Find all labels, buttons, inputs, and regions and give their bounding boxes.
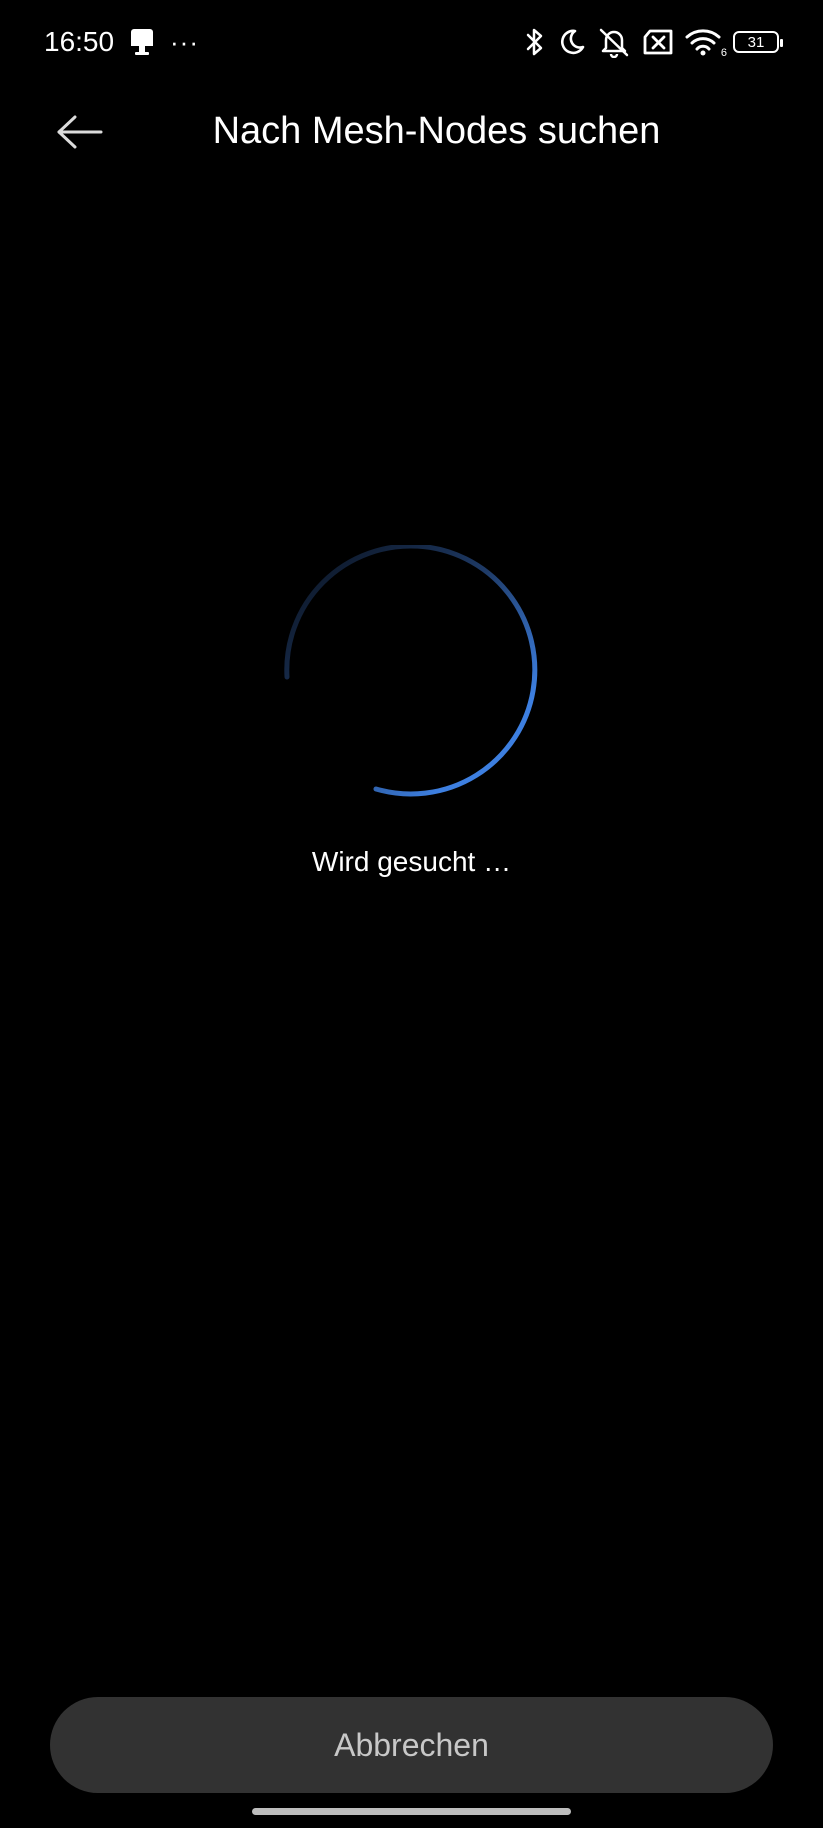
cancel-button[interactable]: Abbrechen xyxy=(50,1697,773,1793)
searching-status-text: Wird gesucht … xyxy=(311,846,512,877)
status-bar: 16:50 ··· 6 31 xyxy=(0,0,823,84)
moon-icon xyxy=(557,27,587,57)
arrow-left-icon xyxy=(57,115,103,149)
sim-off-icon xyxy=(641,28,675,56)
battery-level: 31 xyxy=(747,33,765,51)
status-time: 16:50 xyxy=(44,26,115,57)
notification-icon xyxy=(128,27,156,57)
status-left-icons: ··· xyxy=(128,24,199,60)
wifi-standard-label: 6 xyxy=(720,47,727,59)
back-button[interactable] xyxy=(48,100,112,164)
loading-spinner-icon xyxy=(284,543,538,797)
status-right-icons: 6 31 xyxy=(523,22,783,62)
wifi-icon: 6 xyxy=(685,27,727,59)
home-gesture-bar[interactable] xyxy=(252,1808,571,1815)
battery-icon: 31 xyxy=(733,31,783,53)
muted-bell-icon xyxy=(597,26,631,58)
page-title: Nach Mesh-Nodes suchen xyxy=(212,110,661,152)
more-notifications-icon: ··· xyxy=(170,26,199,57)
loading-spinner xyxy=(281,543,541,805)
bluetooth-icon xyxy=(523,26,547,58)
app-header: Nach Mesh-Nodes suchen xyxy=(0,84,823,180)
